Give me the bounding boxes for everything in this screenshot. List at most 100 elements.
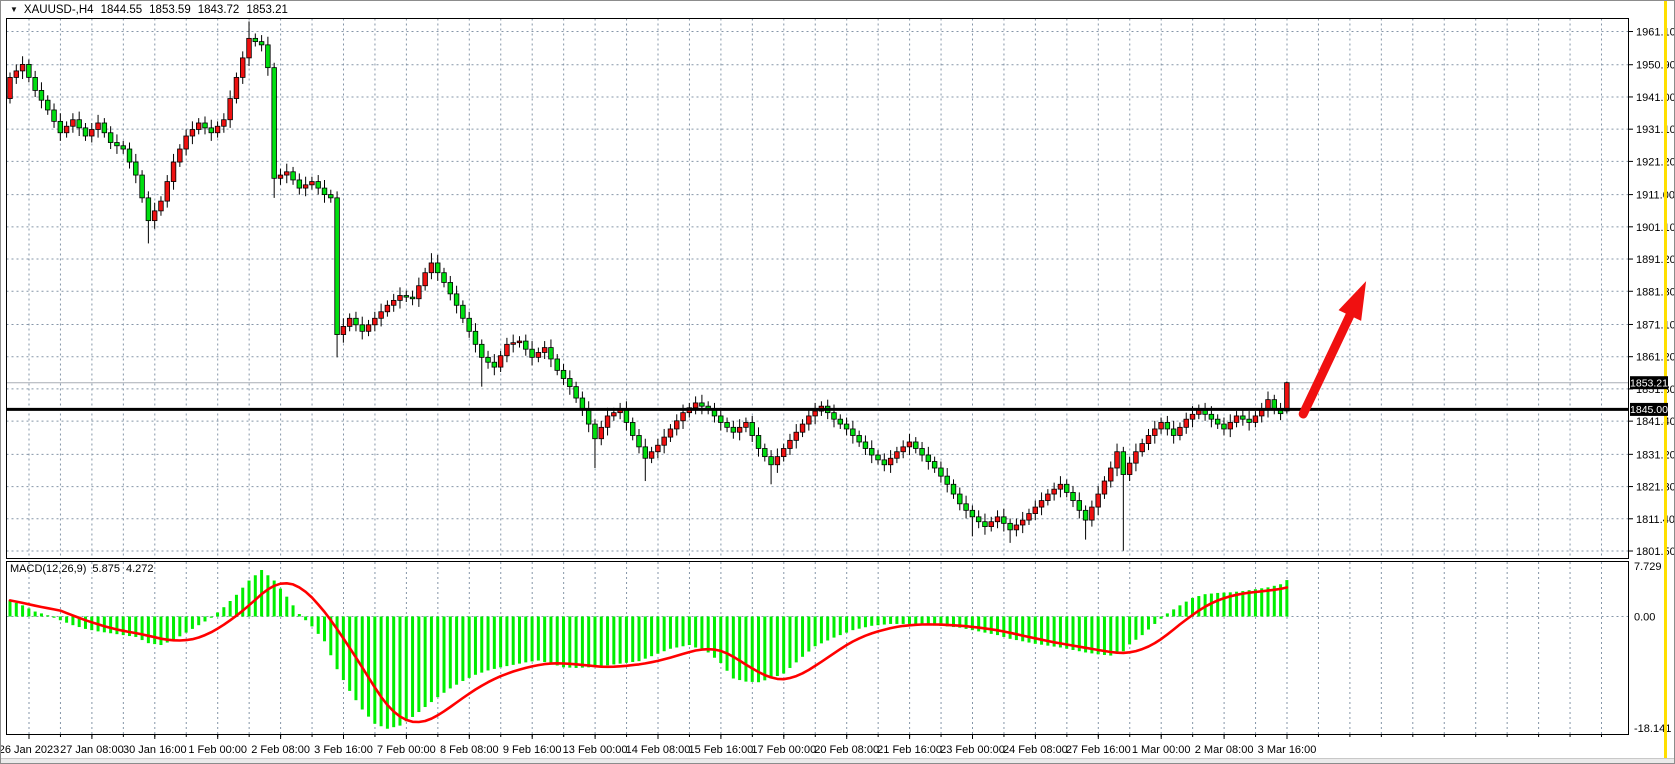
candle <box>813 411 818 416</box>
candle <box>750 422 755 435</box>
candle <box>335 198 340 335</box>
macd-bar <box>625 617 628 663</box>
macd-indicator-pane[interactable] <box>9 570 1289 729</box>
macd-bar <box>543 617 546 663</box>
macd-bar <box>1197 596 1200 616</box>
candle <box>1253 416 1258 423</box>
candle <box>731 427 736 432</box>
candle <box>310 182 315 185</box>
macd-bar <box>788 617 791 668</box>
price-axis[interactable]: 1961.101950.901941.001931.101921.201911.… <box>1629 27 1675 558</box>
candle <box>693 403 698 408</box>
candle <box>291 172 296 180</box>
candle <box>247 38 252 58</box>
candle <box>429 263 434 273</box>
candle <box>995 517 1000 522</box>
macd-bar <box>726 617 729 671</box>
candle <box>1033 507 1038 514</box>
macd-bar <box>1002 617 1005 637</box>
candle <box>788 440 793 448</box>
candle <box>939 468 944 476</box>
macd-name: MACD(12,26,9) <box>10 563 86 575</box>
macd-bar <box>713 617 716 658</box>
candle <box>64 126 69 133</box>
candle <box>1285 383 1290 411</box>
price-tick-label: 1831.20 <box>1636 449 1675 461</box>
macd-bar <box>839 617 842 636</box>
candle <box>838 419 843 424</box>
candle <box>1096 494 1101 507</box>
candle <box>373 318 378 325</box>
macd-bar <box>644 617 647 659</box>
candle <box>58 121 63 132</box>
time-tick-label: 24 Feb 08:00 <box>1003 744 1068 756</box>
candle <box>14 71 19 78</box>
macd-bar <box>9 600 12 616</box>
macd-bar <box>27 608 30 616</box>
macd-bar <box>638 617 641 662</box>
macd-signal-line <box>10 583 1287 722</box>
price-tick-label: 1881.30 <box>1636 286 1675 298</box>
macd-bar <box>1128 617 1131 645</box>
candle <box>649 452 654 459</box>
macd-bar <box>266 575 269 616</box>
candle <box>196 123 201 130</box>
macd-bar <box>285 597 288 617</box>
macd-bar <box>436 617 439 698</box>
candle <box>983 522 988 527</box>
macd-bar <box>505 617 508 667</box>
trend-arrow[interactable] <box>1303 281 1366 414</box>
candle <box>612 413 617 416</box>
candle <box>121 146 126 149</box>
candle <box>127 149 132 162</box>
macd-bar <box>178 617 181 637</box>
candle <box>1008 523 1013 530</box>
time-tick-label: 7 Feb 00:00 <box>377 744 436 756</box>
candle <box>1020 520 1025 525</box>
candle <box>901 447 906 452</box>
macd-bar <box>1134 617 1137 640</box>
candle <box>1209 414 1214 419</box>
macd-bar <box>34 612 37 617</box>
macd-bar <box>65 617 68 623</box>
macd-bar <box>405 617 408 722</box>
candle <box>1134 452 1139 463</box>
price-tick-label: 1821.30 <box>1636 482 1675 494</box>
macd-bar <box>1109 617 1112 656</box>
macd-bar <box>499 617 502 668</box>
candle <box>1140 444 1145 452</box>
candle <box>423 273 428 286</box>
candle <box>549 348 554 359</box>
macd-bar <box>417 617 420 712</box>
candle <box>844 424 849 429</box>
candle <box>1184 419 1189 427</box>
candle <box>222 120 227 127</box>
main-price-pane[interactable] <box>7 21 1629 550</box>
macd-bar <box>248 581 251 617</box>
price-tick-label: 1961.10 <box>1636 27 1675 39</box>
macd-bar <box>518 617 521 664</box>
macd-bar <box>877 617 880 626</box>
candle <box>83 128 88 136</box>
candle <box>1058 484 1063 489</box>
time-axis[interactable]: 26 Jan 202327 Jan 08:0030 Jan 16:001 Feb… <box>1 735 1602 756</box>
candle <box>303 185 308 188</box>
candle <box>542 348 547 353</box>
candle <box>360 325 365 332</box>
macd-bar <box>782 617 785 674</box>
macd-bar <box>996 617 999 636</box>
candle <box>523 341 528 349</box>
macd-bar <box>197 617 200 626</box>
macd-bar <box>990 617 993 634</box>
candle <box>895 452 900 459</box>
candle <box>354 318 359 325</box>
macd-bar <box>203 617 206 622</box>
macd-bar <box>1216 593 1219 617</box>
time-tick-label: 2 Feb 08:00 <box>251 744 310 756</box>
candle <box>1127 463 1132 474</box>
macd-bar <box>254 575 257 616</box>
candle <box>1178 427 1183 435</box>
macd-bar <box>914 617 917 625</box>
macd-bar <box>619 617 622 664</box>
time-tick-label: 15 Feb 16:00 <box>688 744 753 756</box>
